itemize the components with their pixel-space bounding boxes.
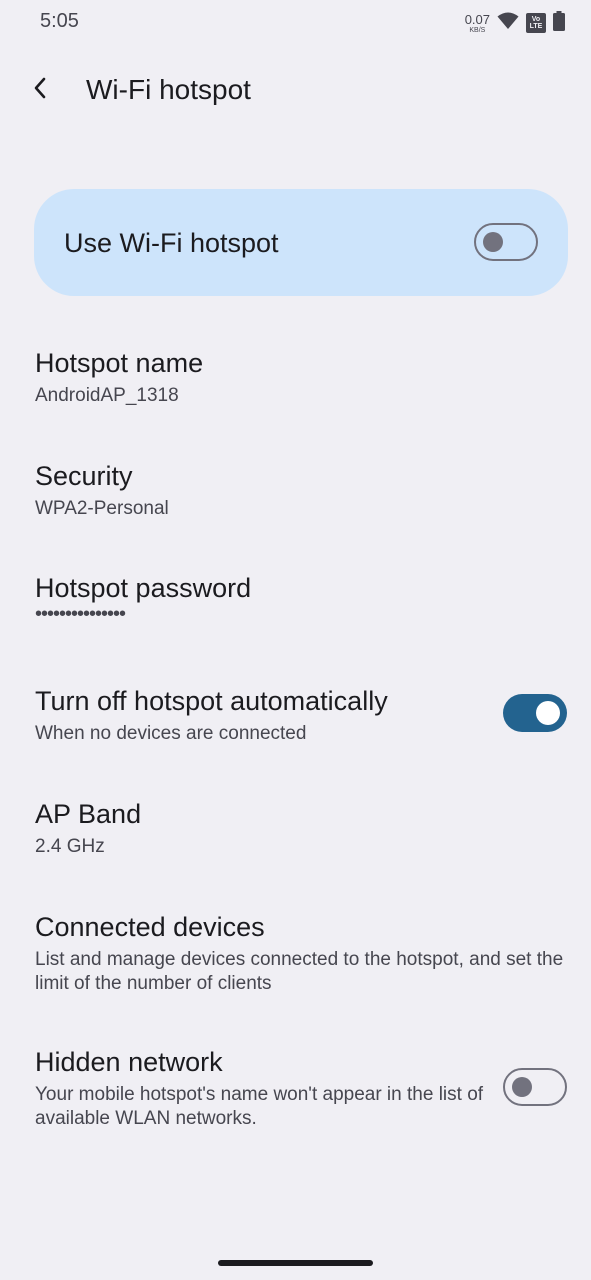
- battery-icon: [553, 10, 565, 36]
- connected-devices-title: Connected devices: [35, 912, 265, 942]
- auto-turn-off-summary: When no devices are connected: [35, 723, 307, 744]
- security-title: Security: [35, 461, 133, 491]
- page-title: Wi-Fi hotspot: [86, 74, 251, 105]
- hotspot-password-title: Hotspot password: [35, 573, 252, 603]
- network-speed-indicator: 0.07 KB/S: [465, 13, 490, 34]
- back-button[interactable]: [22, 72, 58, 108]
- gesture-nav-handle[interactable]: [218, 1260, 373, 1266]
- hidden-network-summary: Your mobile hotspot's name won't appear …: [35, 1084, 484, 1129]
- ap-band-title: AP Band: [35, 799, 142, 829]
- wifi-signal-icon: [497, 12, 519, 35]
- connected-devices-summary: List and manage devices connected to the…: [35, 949, 564, 994]
- toggle-knob: [483, 232, 503, 252]
- hotspot-name-title: Hotspot name: [35, 348, 204, 378]
- use-wifi-hotspot-toggle[interactable]: [474, 223, 538, 261]
- volte-bottom-label: LTE: [529, 23, 543, 30]
- status-icons: 0.07 KB/S Vo LTE: [465, 10, 565, 36]
- hotspot-name-item[interactable]: Hotspot name AndroidAP_1318: [0, 346, 591, 416]
- volte-top-label: Vo: [531, 16, 541, 23]
- app-bar: Wi-Fi hotspot: [0, 60, 591, 120]
- hidden-network-title: Hidden network: [35, 1047, 223, 1077]
- security-item[interactable]: Security WPA2-Personal: [0, 459, 591, 529]
- network-speed-unit: KB/S: [469, 26, 486, 34]
- status-time: 5:05: [40, 10, 79, 32]
- toggle-knob: [536, 701, 560, 725]
- hidden-network-item[interactable]: Hidden network Your mobile hotspot's nam…: [0, 1045, 591, 1135]
- hotspot-password-item[interactable]: Hotspot password •••••••••••••••: [0, 571, 591, 631]
- toggle-knob: [512, 1077, 532, 1097]
- hotspot-password-masked: •••••••••••••••: [35, 603, 126, 625]
- ap-band-summary: 2.4 GHz: [35, 836, 105, 857]
- ap-band-item[interactable]: AP Band 2.4 GHz: [0, 797, 591, 867]
- status-bar: 5:05 0.07 KB/S Vo LTE: [0, 0, 591, 46]
- use-wifi-hotspot-switch-bar[interactable]: Use Wi-Fi hotspot: [34, 189, 568, 296]
- use-wifi-hotspot-label: Use Wi-Fi hotspot: [64, 228, 279, 258]
- security-summary: WPA2-Personal: [35, 498, 169, 519]
- auto-turn-off-toggle[interactable]: [503, 694, 567, 732]
- hotspot-name-summary: AndroidAP_1318: [35, 385, 179, 406]
- volte-lte-icon: Vo LTE: [526, 13, 546, 33]
- auto-turn-off-title: Turn off hotspot automatically: [35, 686, 388, 716]
- connected-devices-item[interactable]: Connected devices List and manage device…: [0, 910, 591, 1000]
- network-speed-value: 0.07: [464, 11, 490, 27]
- back-arrow-icon: [32, 76, 48, 105]
- hidden-network-toggle[interactable]: [503, 1068, 567, 1106]
- auto-turn-off-item[interactable]: Turn off hotspot automatically When no d…: [0, 684, 591, 754]
